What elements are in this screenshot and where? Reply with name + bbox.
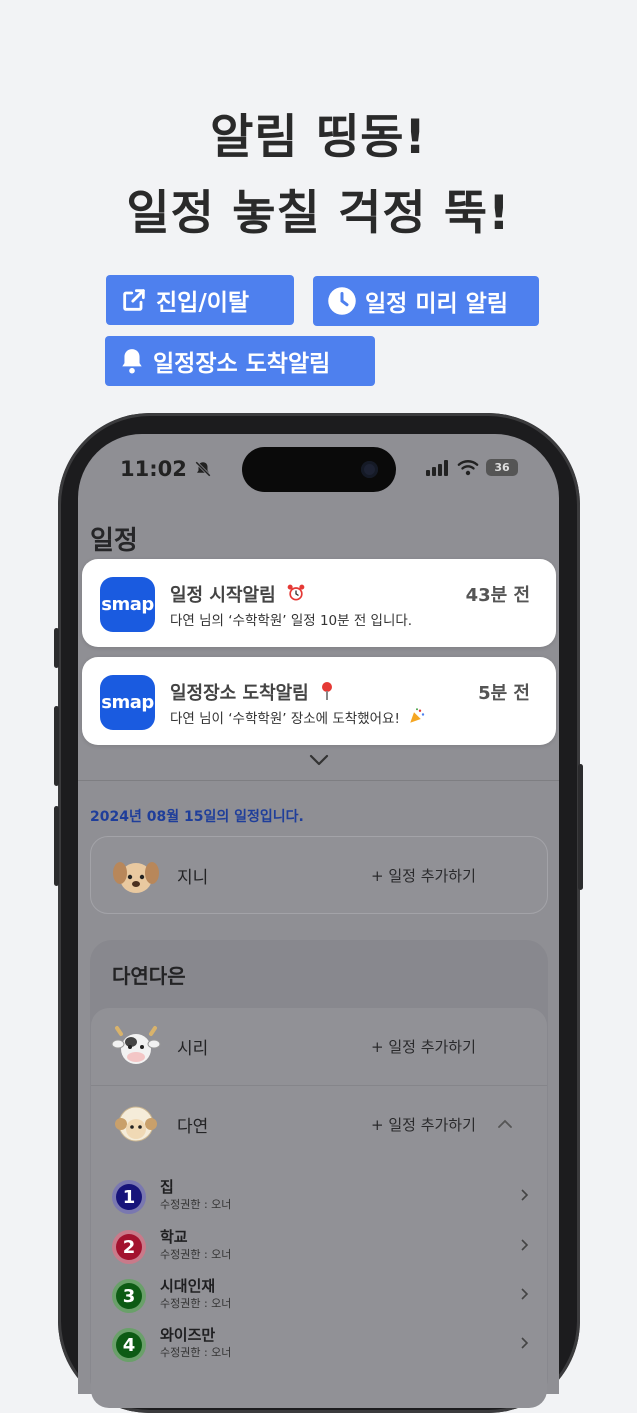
place-item[interactable]: 3 시대인재 수정권한 : 오너 (108, 1275, 538, 1323)
badge-label: 일정장소 도착알림 (153, 351, 331, 377)
notification-time: 5분 전 (478, 683, 530, 704)
notification-body: 다연 님의 ‘수학학원’ 일정 10분 전 입니다. (170, 613, 413, 629)
pin-icon (322, 682, 333, 700)
place-item[interactable]: 1 집 수정권한 : 오너 (108, 1176, 538, 1224)
place-name: 집 (160, 1178, 174, 1196)
app-icon-label: smap (101, 594, 154, 615)
member-name: 시리 (177, 1039, 209, 1059)
notification-body-text: 다연 님이 ‘수학학원’ 장소에 도착했어요! (170, 711, 400, 727)
dynamic-island (242, 447, 396, 492)
chevron-right-icon[interactable] (520, 1287, 530, 1301)
wifi-icon (457, 460, 479, 476)
cellular-signal-icon (426, 459, 448, 476)
group-title: 다연다은 (112, 964, 186, 988)
external-link-icon (123, 289, 145, 311)
notification-title: 일정장소 도착알림 (170, 679, 335, 705)
phone-volume-down (54, 806, 59, 886)
place-number: 1 (122, 1186, 136, 1208)
place-name: 시대인재 (160, 1277, 216, 1295)
chevron-up-icon[interactable] (497, 1118, 513, 1130)
battery-level: 36 (494, 461, 510, 474)
camera-icon (361, 461, 378, 478)
add-schedule-link[interactable]: + 일정 추가하기 (371, 1114, 476, 1135)
chevron-right-icon[interactable] (520, 1336, 530, 1350)
badge-entry-exit: 진입/이탈 (106, 275, 294, 325)
place-number-badge: 2 (112, 1230, 146, 1264)
notification-title: 일정 시작알림 (170, 581, 306, 607)
notification-title-text: 일정 시작알림 (170, 585, 276, 606)
notification-place-arrival[interactable]: smap 일정장소 도착알림 다연 님이 ‘수학학원’ 장소에 도착했어요! 5… (82, 657, 556, 745)
dog-avatar-icon (113, 862, 159, 893)
page-title: 일정 (90, 526, 138, 556)
clock-icon (328, 287, 356, 315)
place-number: 2 (122, 1236, 136, 1258)
smap-app-icon: smap (100, 675, 155, 730)
smap-app-icon: smap (100, 577, 155, 632)
place-item[interactable]: 4 와이즈만 수정권한 : 오너 (108, 1324, 538, 1372)
chevron-down-icon[interactable] (308, 752, 330, 768)
badge-schedule-reminder: 일정 미리 알림 (313, 276, 539, 326)
badge-label: 일정 미리 알림 (365, 291, 508, 317)
app-icon-label: smap (101, 692, 154, 713)
place-permission: 수정권한 : 오너 (160, 1297, 232, 1310)
add-schedule-link[interactable]: + 일정 추가하기 (371, 1036, 476, 1057)
place-permission: 수정권한 : 오너 (160, 1346, 232, 1359)
member-row[interactable]: 시리 + 일정 추가하기 (91, 1008, 547, 1084)
notification-time: 43분 전 (465, 585, 530, 606)
badge-place-arrival: 일정장소 도착알림 (105, 336, 375, 386)
notification-body: 다연 님이 ‘수학학원’ 장소에 도착했어요! (170, 707, 426, 727)
notification-schedule-start[interactable]: smap 일정 시작알림 다연 님의 ‘수학학원’ 일정 10분 전 입니다. … (82, 559, 556, 647)
place-permission: 수정권한 : 오너 (160, 1198, 232, 1211)
battery-icon: 36 (486, 459, 518, 476)
status-time: 11:02 (120, 457, 212, 481)
chevron-right-icon[interactable] (520, 1188, 530, 1202)
bell-slash-icon (195, 461, 211, 477)
phone-volume-up (54, 706, 59, 786)
place-item[interactable]: 2 학교 수정권한 : 오너 (108, 1226, 538, 1274)
place-number: 4 (122, 1334, 136, 1356)
place-name: 와이즈만 (160, 1326, 216, 1344)
party-popper-icon (410, 708, 425, 723)
place-permission: 수정권한 : 오너 (160, 1248, 232, 1261)
member-name: 다연 (177, 1117, 209, 1137)
chevron-right-icon[interactable] (520, 1238, 530, 1252)
member-row[interactable]: 다연 + 일정 추가하기 (91, 1086, 547, 1162)
phone-power-button (578, 764, 583, 890)
notification-title-text: 일정장소 도착알림 (170, 683, 309, 704)
bell-icon (122, 349, 142, 374)
status-indicators: 36 (426, 459, 518, 476)
alarm-clock-icon (287, 584, 305, 601)
place-number: 3 (122, 1285, 136, 1307)
headline-line-1: 알림 띵동! (210, 110, 427, 165)
date-note: 2024년 08월 15일의 일정입니다. (90, 809, 304, 825)
phone-action-button (54, 628, 59, 668)
cow-avatar-icon (111, 1026, 161, 1064)
status-time-text: 11:02 (120, 457, 187, 481)
promo-headline: 알림 띵동! 일정 놓칠 걱정 뚝! (0, 100, 637, 252)
place-number-badge: 3 (112, 1279, 146, 1313)
place-number-badge: 4 (112, 1328, 146, 1362)
divider (78, 780, 559, 781)
place-number-badge: 1 (112, 1180, 146, 1214)
member-name: 지니 (177, 868, 209, 888)
headline-line-2: 일정 놓칠 걱정 뚝! (126, 186, 511, 241)
place-name: 학교 (160, 1228, 188, 1246)
badge-label: 진입/이탈 (156, 290, 250, 316)
sheep-avatar-icon (115, 1106, 157, 1142)
member-card-self[interactable]: 지니 + 일정 추가하기 (90, 836, 548, 914)
add-schedule-link[interactable]: + 일정 추가하기 (371, 865, 476, 886)
